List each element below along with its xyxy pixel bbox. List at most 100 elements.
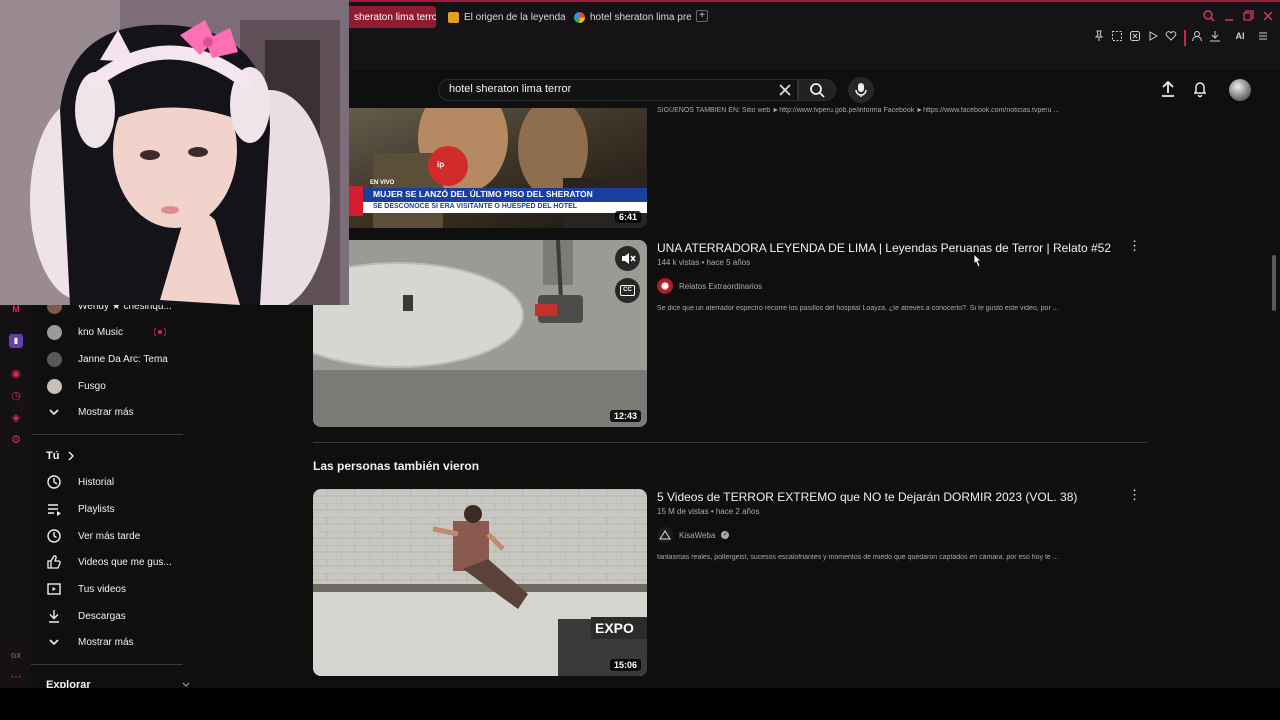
cc-icon: CC [620,285,635,296]
sidebar-item-playlists[interactable]: Playlists [46,499,115,519]
vpn-icon[interactable] [1129,30,1145,42]
channel-avatar [657,278,673,294]
upload-icon[interactable] [1160,80,1176,98]
player-sidebar-icon[interactable]: ◉ [9,367,23,381]
channel-name: KisaWeba [679,530,716,540]
toolbar-separator [1184,30,1186,46]
lower-third-tag: EN VIVO [370,180,395,186]
channel-avatar [46,351,62,367]
video-thumbnail-leyenda-lima[interactable]: CC 12:43 [313,240,647,427]
account-avatar[interactable] [1229,79,1251,101]
liked-videos-icon [47,555,61,569]
ai-button[interactable]: AI [1228,30,1252,42]
you-section-heading[interactable]: Tú [46,450,75,462]
more-actions-button[interactable]: ⋮ [1128,239,1141,252]
sidebar-item-watch-later[interactable]: Ver más tarde [46,526,140,546]
video-duration: 12:43 [609,410,641,422]
settings-icon[interactable]: ⚙ [9,433,23,447]
sidebar-divider [31,664,183,665]
video-meta: 144 k vistas • hace 5 años [657,258,750,267]
thumbnail-image [313,108,647,228]
heart-icon[interactable] [1165,30,1181,42]
show-more-you[interactable]: Mostrar más [46,632,134,652]
tab-sheraton-lima-terror[interactable]: sheraton lima terror [346,6,436,28]
video-title[interactable]: 5 Videos de TERROR EXTREMO que NO te Dej… [657,490,1077,504]
upload-age: hace 5 años [706,258,751,267]
upload-age: hace 2 años [715,507,760,516]
section-divider [313,442,1147,443]
menu-icon[interactable] [1257,30,1273,42]
downloads-icon [49,610,59,623]
tab-hotel-precio[interactable]: hotel sheraton lima precio [566,6,691,28]
ai-label: AI [1235,31,1245,41]
lower-third-subline: SE DESCONOCE SI ERA VISITANTE O HUÉSPED … [373,203,578,210]
news-mic-logo: ip [437,160,445,169]
meta-separator: • [701,258,705,267]
subscription-label: kno Music [78,326,124,338]
sidebar-item-label: Ver más tarde [78,530,141,542]
search-icon [810,83,825,98]
tab-origen-leyenda[interactable]: El origen de la leyenda de [440,6,565,28]
account-icon[interactable] [1191,30,1207,42]
sidebar-item-your-videos[interactable]: Tus videos [46,579,126,599]
thumbnail-sign-text: EXPO [595,620,634,636]
minimize-icon[interactable] [1223,10,1235,22]
sidebar-item-label: Playlists [78,503,115,515]
search-tabs-icon[interactable] [1203,10,1215,22]
sidebar-subscription-kno-music[interactable]: kno Music [46,322,166,342]
channel-avatar [46,324,62,340]
channel-link[interactable]: KisaWeba ✓ [657,527,730,543]
more-actions-button[interactable]: ⋮ [1128,488,1141,501]
speaker-muted-icon [622,253,636,264]
close-window-icon[interactable] [1262,10,1274,22]
pin-icon[interactable] [1093,30,1109,42]
google-icon [574,11,585,23]
section-title: Las personas también vieron [313,459,480,473]
show-more-subscriptions[interactable]: Mostrar más [46,402,134,422]
video-title[interactable]: UNA ATERRADORA LEYENDA DE LIMA | Leyenda… [657,241,1111,255]
show-more-label: Mostrar más [78,406,134,418]
chevron-down-icon [49,639,59,646]
channel-link[interactable]: Relatos Extraordinarios [657,278,762,294]
restore-icon[interactable] [1242,10,1254,22]
video-description: fantasmas reales, poltergeist, sucesos e… [657,554,1059,561]
captions-button[interactable]: CC [615,278,640,303]
verified-badge-icon: ✓ [721,531,730,539]
channel-name: Relatos Extraordinarios [679,281,763,291]
sidebar-item-downloads[interactable]: Descargas [46,606,126,626]
voice-search-button[interactable] [848,77,874,103]
chevron-right-icon [68,451,75,461]
new-tab-button[interactable]: + [696,10,708,22]
playlists-icon [48,504,61,516]
video-thumbnail-sheraton-news[interactable]: EN VIVO MUJER SE LANZÓ DEL ÚLTIMO PISO D… [313,108,647,228]
video-duration: 6:41 [614,211,641,223]
more-sidebar-icon[interactable]: ⋯ [9,670,23,684]
tab-favicon-icon [448,11,459,23]
sidebar-item-history[interactable]: Historial [46,472,114,492]
subscription-label: Janne Da Arc: Tema [78,353,168,365]
show-more-label: Mostrar más [78,636,134,648]
sidebar-item-label: Descargas [78,610,126,622]
notifications-icon[interactable] [1192,80,1208,98]
history-sidebar-icon[interactable]: ◷ [9,389,23,403]
twitch-icon[interactable]: ▮ [9,334,23,348]
mute-button[interactable] [615,246,640,271]
sidebar-subscription-fusgo[interactable]: Fusgo [46,376,106,396]
sidebar-subscription-janne[interactable]: Janne Da Arc: Tema [46,349,168,369]
page-scrollbar[interactable] [1272,255,1276,311]
player-icon[interactable] [1147,30,1163,42]
video-thumbnail-terror-extremo[interactable]: EXPO 15:06 [313,489,647,676]
sidebar-item-liked-videos[interactable]: Videos que me gus... [46,552,172,572]
gx-icon[interactable]: GX [9,650,23,664]
tab-label: El origen de la leyenda de [464,11,565,23]
video-description: SIGUENOS TAMBIEN EN: Sitio web ►http://w… [657,107,1060,114]
search-button[interactable] [798,79,836,101]
snapshot-icon[interactable] [1111,30,1127,42]
download-icon[interactable] [1209,30,1225,42]
watch-later-icon [47,529,61,543]
clear-search-icon[interactable] [778,83,792,97]
extensions-icon[interactable]: ◈ [9,411,23,425]
thumbnail-image [313,489,647,676]
microphone-icon [855,83,867,97]
live-indicator-icon [154,327,166,337]
